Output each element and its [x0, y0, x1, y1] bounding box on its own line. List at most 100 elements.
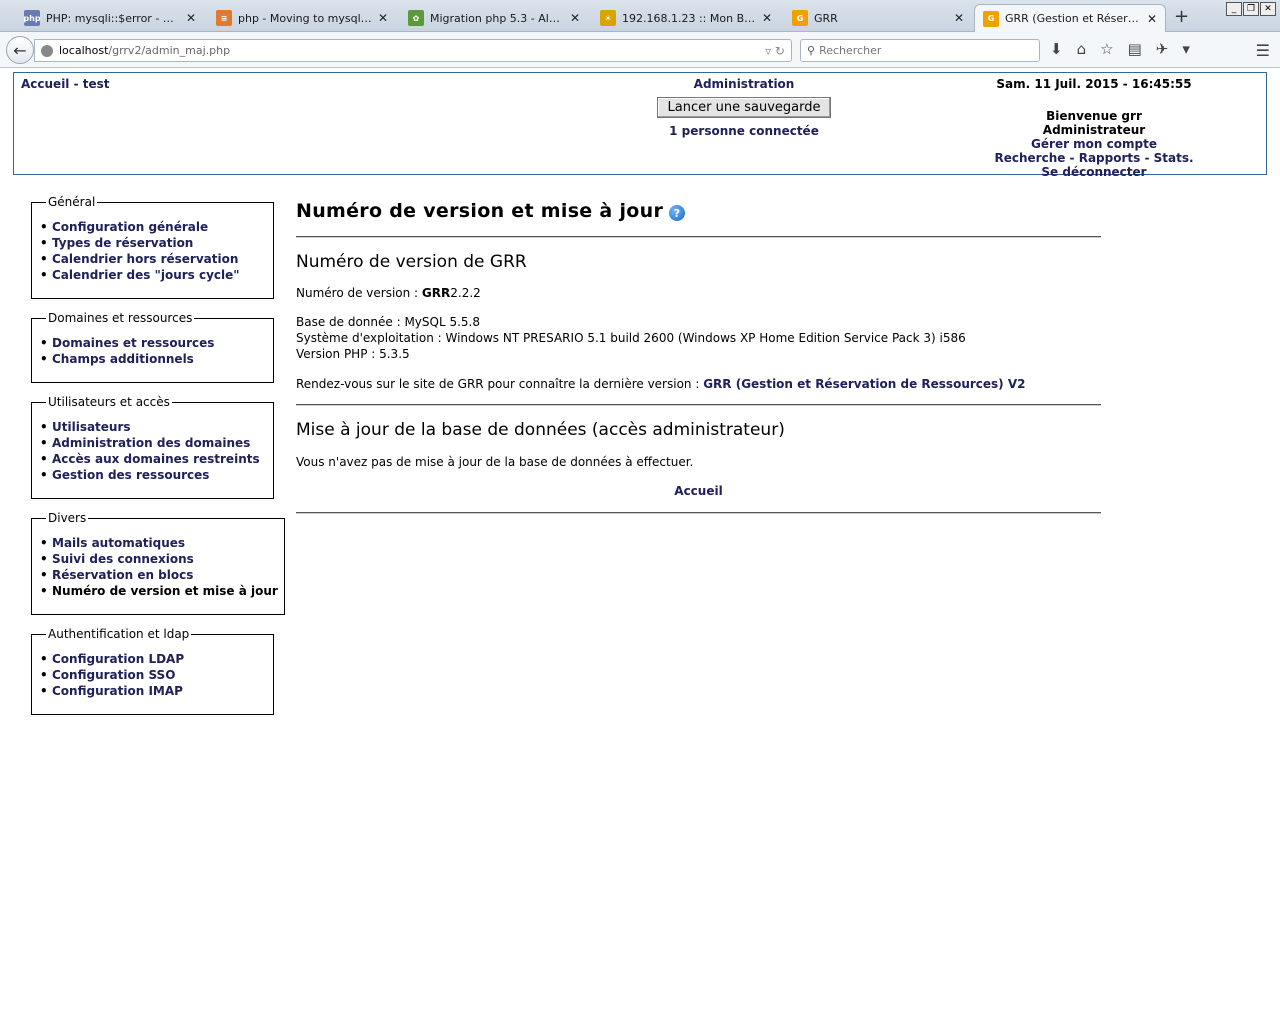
sidebar-item[interactable]: Configuration IMAP	[38, 683, 267, 699]
group-legend: Divers	[48, 511, 87, 525]
browser-tab[interactable]: php PHP: mysqli::$error - Man... ✕	[16, 4, 204, 32]
url-path: /grrv2/admin_maj.php	[108, 44, 231, 57]
browser-tab[interactable]: G GRR ✕	[784, 4, 972, 32]
url-bar[interactable]: localhost/grrv2/admin_maj.php ▿ ↻	[34, 39, 792, 62]
tab-title: 192.168.1.23 :: Mon Bur...	[622, 11, 756, 25]
tools-links[interactable]: Recherche - Rapports - Stats.	[994, 151, 1194, 165]
no-update-message: Vous n'avez pas de mise à jour de la bas…	[296, 455, 694, 469]
account-link[interactable]: Gérer mon compte	[994, 137, 1194, 151]
home-icon[interactable]: ⌂	[1077, 40, 1087, 58]
close-tab-icon[interactable]: ✕	[762, 11, 772, 25]
sidebar-item[interactable]: Gestion des ressources	[38, 467, 267, 483]
accueil-link[interactable]: Accueil	[674, 484, 722, 498]
tab-title: GRR (Gestion et Réservat...	[1005, 12, 1141, 25]
close-window-icon[interactable]: ✕	[1260, 2, 1276, 16]
search-icon: ⚲	[807, 44, 816, 57]
browser-tab[interactable]: ✿ Migration php 5.3 - Alsacr... ✕	[400, 4, 588, 32]
tab-title: GRR	[814, 11, 838, 25]
page-header: Accueil - test Administration Lancer une…	[13, 72, 1267, 179]
window-controls: _ ❐ ✕	[1226, 2, 1276, 16]
browser-tab[interactable]: ≡ php - Moving to mysqli, m... ✕	[208, 4, 396, 32]
sidebar-item[interactable]: Configuration LDAP	[38, 651, 267, 667]
sidebar-group-misc: Divers Mails automatiquesSuivi des conne…	[31, 511, 285, 615]
toolbar: ⬇ ⌂ ☆ ▤ ✈ ▾	[1050, 40, 1190, 58]
close-tab-icon[interactable]: ✕	[186, 11, 196, 25]
sidebar-item[interactable]: Champs additionnels	[38, 351, 267, 367]
menu-icon[interactable]: ☰	[1256, 41, 1270, 60]
grr-icon: G	[792, 10, 808, 26]
sidebar-item[interactable]: Administration des domaines	[38, 435, 267, 451]
welcome-text: Bienvenue grr Administrateur	[1042, 109, 1146, 137]
sidebar-item: Numéro de version et mise à jour	[38, 583, 278, 599]
divider	[296, 236, 1101, 238]
sidebar-item[interactable]: Utilisateurs	[38, 419, 267, 435]
minimize-icon[interactable]: _	[1226, 2, 1242, 16]
home-link[interactable]: Accueil - test	[21, 77, 110, 91]
close-tab-icon[interactable]: ✕	[1147, 12, 1157, 26]
divider	[296, 404, 1101, 406]
reading-list-icon[interactable]: ▤	[1128, 40, 1142, 58]
browser-tab[interactable]: G GRR (Gestion et Réservat... ✕	[974, 4, 1166, 32]
stackoverflow-icon: ≡	[216, 10, 232, 26]
datetime: Sam. 11 Juil. 2015 - 16:45:55	[996, 77, 1192, 91]
sidebar-group-general: Général Configuration généraleTypes de r…	[31, 195, 274, 299]
version-number: 2.2.2	[450, 286, 481, 300]
download-icon[interactable]: ⬇	[1050, 40, 1063, 58]
browser-nav-bar: localhost/grrv2/admin_maj.php ▿ ↻ ← ⚲ ⬇ …	[0, 32, 1280, 68]
sidebar-item[interactable]: Calendrier hors réservation	[38, 251, 267, 267]
globe-icon	[41, 44, 53, 57]
close-tab-icon[interactable]: ✕	[570, 11, 580, 25]
dropdown-icon[interactable]: ▾	[1182, 40, 1190, 58]
page-title-text: Numéro de version et mise à jour	[296, 200, 664, 222]
backup-button[interactable]: Lancer une sauvegarde	[656, 97, 832, 118]
group-legend: Général	[48, 195, 96, 209]
group-legend: Utilisateurs et accès	[48, 395, 170, 409]
back-button[interactable]: ←	[6, 36, 34, 64]
new-tab-button[interactable]: +	[1174, 6, 1189, 27]
help-icon[interactable]: ?	[669, 205, 686, 221]
browser-tab-bar: phpPHP: mysqli::$error - Man...✕≡php - M…	[0, 0, 1280, 32]
sidebar-group-auth: Authentification et ldap Configuration L…	[31, 627, 274, 715]
sidebar-item[interactable]: Calendrier des "jours cycle"	[38, 267, 267, 283]
php-icon: php	[23, 10, 41, 26]
browser-tab[interactable]: ☀ 192.168.1.23 :: Mon Bur... ✕	[592, 4, 780, 32]
close-tab-icon[interactable]: ✕	[954, 11, 964, 25]
site-line: Rendez-vous sur le site de GRR pour conn…	[296, 376, 1101, 392]
version-prefix: GRR	[421, 286, 451, 300]
bookmark-star-icon[interactable]: ☆	[1100, 40, 1113, 58]
divider	[296, 512, 1101, 514]
reload-icon[interactable]: ▿ ↻	[765, 44, 785, 58]
administration-link[interactable]: Administration	[644, 77, 844, 91]
tab-title: PHP: mysqli::$error - Man...	[46, 11, 180, 25]
sidebar-item[interactable]: Accès aux domaines restreints	[38, 451, 267, 467]
db-update-heading: Mise à jour de la base de données (accès…	[296, 420, 785, 440]
connected-users-link[interactable]: 1 personne connectée	[644, 124, 844, 138]
version-label: Numéro de version :	[296, 286, 422, 300]
sidebar-item[interactable]: Mails automatiques	[38, 535, 278, 551]
site-text: Rendez-vous sur le site de GRR pour conn…	[296, 377, 704, 391]
php-line: Version PHP : 5.3.5	[296, 347, 410, 361]
search-bar[interactable]: ⚲	[800, 39, 1040, 62]
main-content: Numéro de version et mise à jour ? Numér…	[296, 196, 1101, 514]
page-title: Numéro de version et mise à jour ?	[296, 196, 1101, 226]
sidebar-item[interactable]: Configuration SSO	[38, 667, 267, 683]
sidebar-group-users: Utilisateurs et accès UtilisateursAdmini…	[31, 395, 274, 499]
url-host: localhost	[59, 44, 109, 57]
back-arrow-icon: ←	[13, 40, 27, 60]
version-heading: Numéro de version de GRR	[296, 252, 527, 272]
sidebar-item[interactable]: Types de réservation	[38, 235, 267, 251]
sidebar-item[interactable]: Suivi des connexions	[38, 551, 278, 567]
logout-link[interactable]: Se déconnecter	[994, 165, 1194, 179]
restore-icon[interactable]: ❐	[1243, 2, 1259, 16]
extension-icon[interactable]: ✈	[1156, 40, 1169, 58]
sidebar-item[interactable]: Réservation en blocs	[38, 567, 278, 583]
grr-site-link[interactable]: GRR (Gestion et Réservation de Ressource…	[703, 377, 1025, 391]
sidebar-item[interactable]: Domaines et ressources	[38, 335, 267, 351]
grr-icon: G	[983, 10, 999, 27]
close-tab-icon[interactable]: ✕	[378, 11, 388, 25]
group-legend: Domaines et ressources	[48, 311, 193, 325]
search-input[interactable]	[819, 44, 1020, 57]
sun-icon: ☀	[600, 10, 616, 26]
sidebar-item[interactable]: Configuration générale	[38, 219, 267, 235]
version-line: Numéro de version : GRR2.2.2	[296, 285, 1101, 301]
